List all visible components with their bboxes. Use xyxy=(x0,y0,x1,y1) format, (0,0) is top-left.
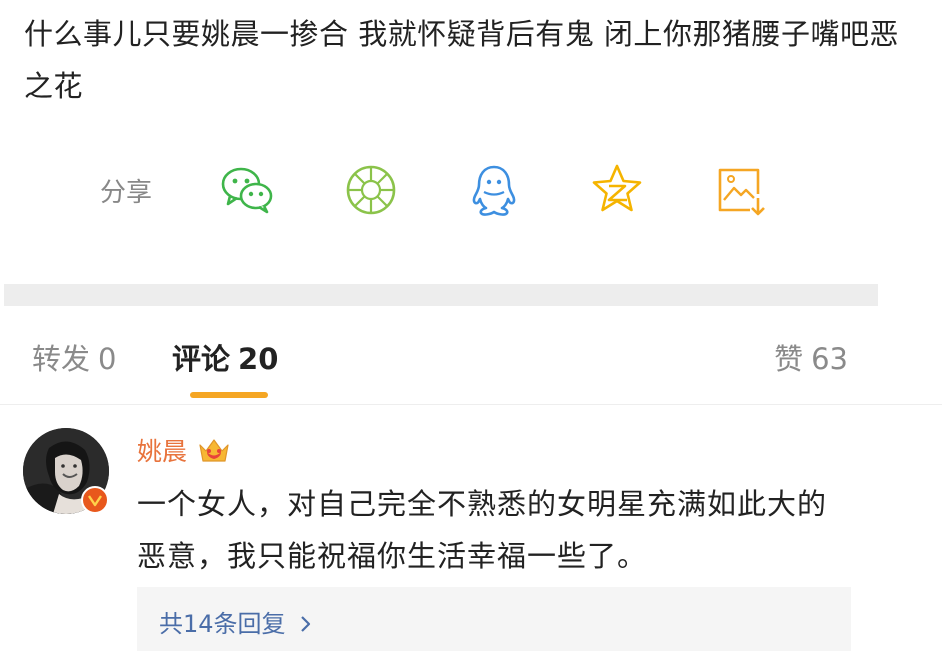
tab-likes-label: 赞 xyxy=(774,342,804,376)
crown-icon xyxy=(197,435,231,465)
qq-icon[interactable] xyxy=(464,160,524,220)
tab-comments-count: 20 xyxy=(238,342,279,376)
section-divider xyxy=(4,284,878,306)
comment-username[interactable]: 姚晨 xyxy=(137,432,187,468)
comment-text: 一个女人，对自己完全不熟悉的女明星充满如此大的恶意，我只能祝福你生活幸福一些了。 xyxy=(137,487,828,573)
save-image-icon[interactable] xyxy=(710,160,770,220)
tab-comments[interactable]: 评论 20 xyxy=(172,336,278,378)
tab-likes[interactable]: 赞 63 xyxy=(774,336,848,378)
tab-comments-label: 评论 xyxy=(172,342,231,376)
replies-label: 共14条回复 xyxy=(159,610,286,638)
comment-item: 姚晨 一个女人，对自己完全不熟悉的女明星充满如此大的恶意，我只能祝福你生活幸福一… xyxy=(0,404,942,666)
share-label: 分享 xyxy=(100,177,153,208)
post-text: 什么事儿只要姚晨一掺合 我就怀疑背后有鬼 闭上你那猪腰子嘴吧恶之花 xyxy=(24,17,899,103)
active-tab-indicator xyxy=(190,392,268,398)
tab-reposts[interactable]: 转发 0 xyxy=(32,336,116,378)
view-replies-link[interactable]: 共14条回复 xyxy=(159,604,312,639)
chevron-right-icon xyxy=(300,612,312,632)
tab-reposts-label: 转发 xyxy=(32,342,91,376)
avatar[interactable] xyxy=(23,428,109,514)
tab-bar: 转发 0 评论 20 赞 63 xyxy=(0,320,942,405)
comment-header: 姚晨 xyxy=(137,432,231,468)
weibo-post-page: 什么事儿只要姚晨一掺合 我就怀疑背后有鬼 闭上你那猪腰子嘴吧恶之花 分享 转发 … xyxy=(0,0,942,666)
share-row: 分享 xyxy=(100,160,833,220)
replies-box: 共14条回复 xyxy=(137,587,851,651)
verified-badge-icon xyxy=(81,486,109,514)
moments-icon[interactable] xyxy=(341,160,401,220)
tab-likes-count: 63 xyxy=(811,342,848,376)
wechat-icon[interactable] xyxy=(218,160,278,220)
qzone-icon[interactable] xyxy=(587,160,647,220)
tab-reposts-count: 0 xyxy=(98,342,117,376)
